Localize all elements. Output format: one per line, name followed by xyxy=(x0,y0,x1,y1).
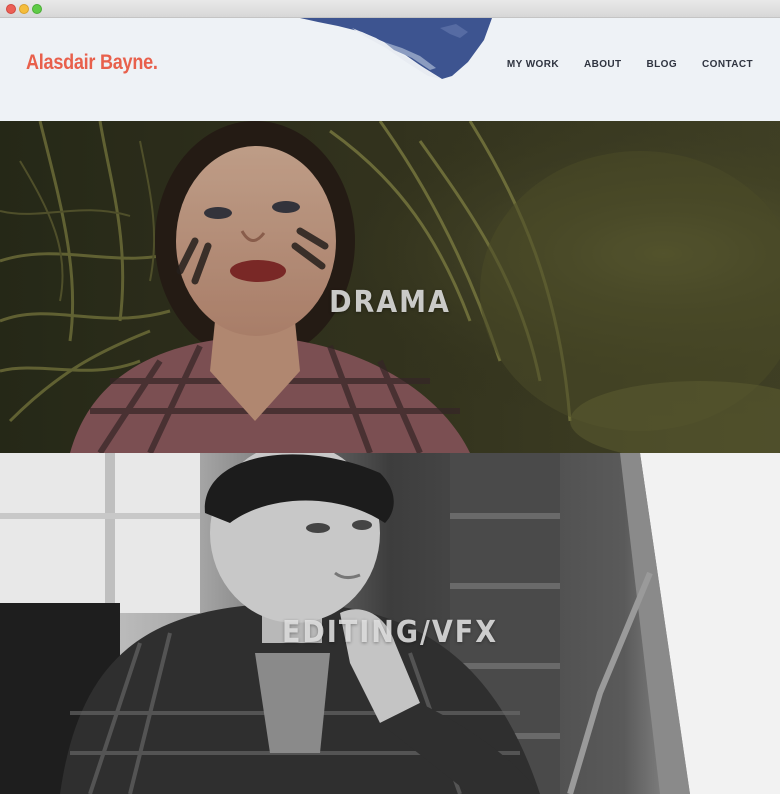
site-header: Alasdair Bayne. MY WORK ABOUT BLOG CONTA… xyxy=(0,18,780,121)
nav-about[interactable]: ABOUT xyxy=(584,59,622,70)
section-title-editing-vfx[interactable]: EDITING/VFX xyxy=(0,615,780,650)
section-drama[interactable]: DRAMA xyxy=(0,121,780,453)
nav-blog[interactable]: BLOG xyxy=(647,59,678,70)
section-editing-vfx[interactable]: EDITING/VFX xyxy=(0,453,780,794)
close-window-button[interactable] xyxy=(6,4,16,14)
nav-contact[interactable]: CONTACT xyxy=(702,59,753,70)
section-title-drama[interactable]: DRAMA xyxy=(0,285,780,320)
site-logo[interactable]: Alasdair Bayne. xyxy=(26,51,158,75)
window-titlebar xyxy=(0,0,780,18)
main-nav: MY WORK ABOUT BLOG CONTACT xyxy=(482,59,753,70)
zoom-window-button[interactable] xyxy=(32,4,42,14)
mountain-illustration xyxy=(300,18,492,79)
minimize-window-button[interactable] xyxy=(19,4,29,14)
nav-my-work[interactable]: MY WORK xyxy=(507,59,559,70)
